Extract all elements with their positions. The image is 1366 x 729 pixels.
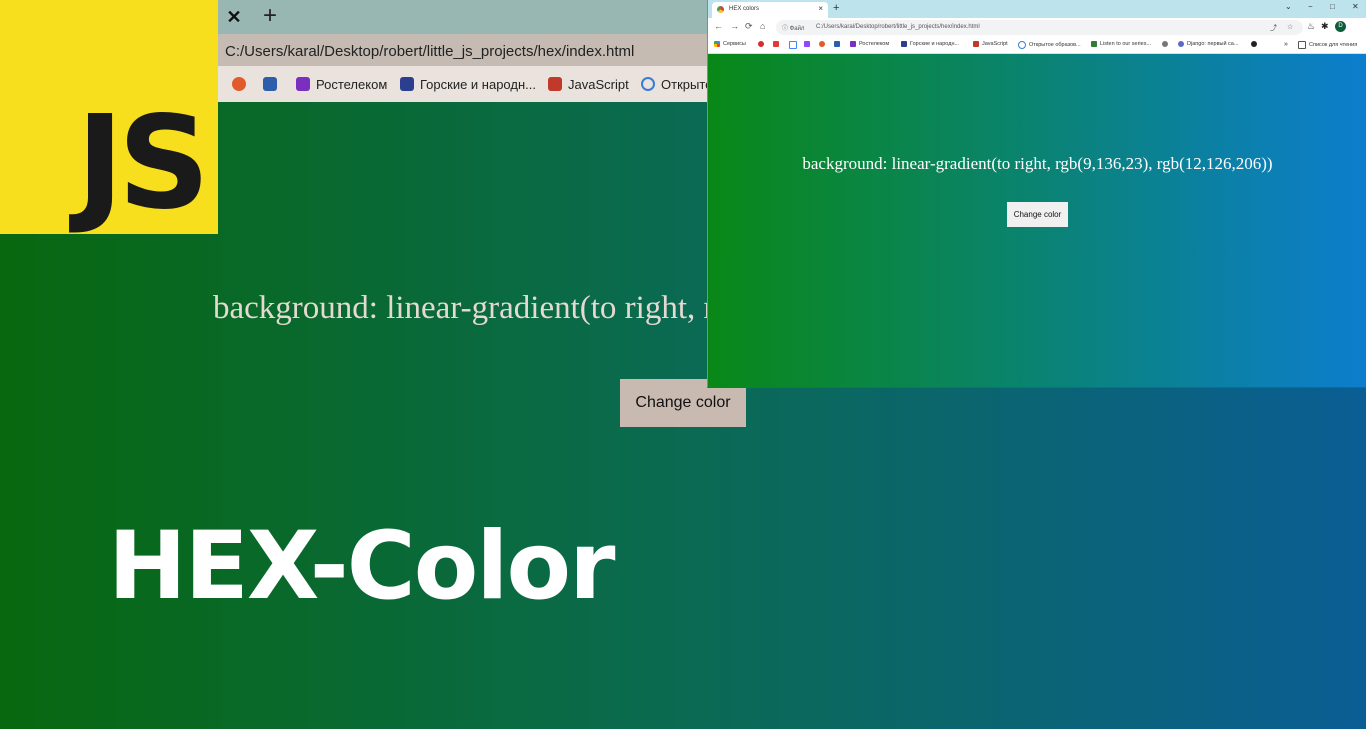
site-info-icon[interactable]: ⓘ Файл	[782, 23, 804, 32]
github-icon	[1251, 41, 1257, 47]
bg-bookmark-gorskie[interactable]: Горские и народн...	[400, 75, 536, 93]
gradient-formula-text: background: linear-gradient(to right, rg…	[802, 154, 1273, 173]
mail-icon	[263, 77, 277, 91]
close-window-button[interactable]: ✕	[1352, 2, 1359, 11]
change-color-button[interactable]: Change color	[1007, 202, 1068, 227]
bg-new-tab-button[interactable]: +	[259, 4, 281, 30]
bookmark-icon	[232, 77, 246, 91]
site-icon	[819, 41, 825, 47]
maximize-button[interactable]: □	[1330, 2, 1335, 11]
bookmark-google[interactable]	[789, 41, 800, 49]
hex-color-title: HEX-Color	[108, 512, 615, 621]
bg-url-text[interactable]: C:/Users/karal/Desktop/robert/little_js_…	[225, 43, 634, 60]
bookmark-github[interactable]	[1251, 41, 1260, 47]
minimize-button[interactable]: −	[1308, 2, 1313, 11]
bookmark-youtube[interactable]	[773, 41, 782, 47]
bg-bookmark-javascript[interactable]: JavaScript	[548, 75, 629, 93]
home-icon[interactable]: ⌂	[760, 21, 765, 31]
bg-tab-close-icon[interactable]: ✕	[224, 6, 244, 28]
bookmark-opera[interactable]	[758, 41, 767, 47]
gear-icon	[1162, 41, 1168, 47]
google-icon	[789, 41, 797, 49]
reading-list-button[interactable]: Список для чтения	[1298, 41, 1357, 49]
django-icon	[1178, 41, 1184, 47]
back-icon[interactable]: ←	[714, 21, 723, 31]
twitch-icon	[804, 41, 810, 47]
tab-hex-colors[interactable]: HEX colors ×	[712, 2, 828, 18]
bookmark-javascript[interactable]: JavaScript	[973, 41, 1008, 47]
bg-tab-strip	[218, 0, 707, 34]
bookmark-mail[interactable]	[834, 41, 843, 47]
library-icon	[901, 41, 907, 47]
bookmark-open-education[interactable]: Открытое образов...	[1018, 41, 1081, 49]
page-content: background: linear-gradient(to right, rg…	[708, 54, 1366, 387]
rostelecom-icon	[296, 77, 310, 91]
bookmark-rostelecom[interactable]: Ростелеком	[850, 41, 889, 47]
opera-icon	[758, 41, 764, 47]
grid-icon	[1091, 41, 1097, 47]
bg-bookmark-rostelecom[interactable]: Ростелеком	[296, 75, 387, 93]
bookmark-gorskie[interactable]: Горские и народн...	[901, 41, 959, 47]
bg-bookmark-1[interactable]	[232, 75, 252, 93]
mail-icon	[834, 41, 840, 47]
bookmark-settings[interactable]	[1162, 41, 1171, 47]
loading-icon	[1018, 41, 1026, 49]
library-icon	[400, 77, 414, 91]
bookmark-site[interactable]	[819, 41, 828, 47]
tab-search-icon[interactable]: ⌄	[1285, 2, 1292, 11]
tab-close-icon[interactable]: ×	[818, 4, 823, 13]
reload-icon[interactable]: ⟳	[745, 21, 753, 32]
bookmark-listen-series[interactable]: Listen to our series...	[1091, 41, 1151, 47]
share-icon[interactable]: ⤴	[1270, 23, 1277, 33]
bookmark-twitch[interactable]	[804, 41, 813, 47]
rostelecom-icon	[850, 41, 856, 47]
new-tab-button[interactable]: +	[833, 2, 839, 14]
loading-icon	[641, 77, 655, 91]
extension-icon[interactable]: ♨	[1307, 21, 1315, 32]
bg-bookmark-2[interactable]	[263, 75, 283, 93]
bookmark-star-icon[interactable]: ☆	[1287, 23, 1293, 31]
bg-gradient-formula-text: background: linear-gradient(to right, rg…	[213, 290, 707, 326]
more-bookmarks-button[interactable]: »	[1284, 41, 1288, 48]
forward-icon[interactable]: →	[730, 21, 739, 31]
javascript-icon	[973, 41, 979, 47]
extensions-puzzle-icon[interactable]: ✱	[1321, 21, 1329, 32]
youtube-icon	[773, 41, 779, 47]
favicon-icon	[717, 6, 724, 13]
omnibox-url[interactable]: C:/Users/karal/Desktop/robert/little_js_…	[816, 24, 980, 30]
apps-grid-icon	[714, 41, 720, 47]
bookmark-services[interactable]: Сервисы	[714, 41, 746, 47]
bookmark-django[interactable]: Django: первый са...	[1178, 41, 1238, 47]
browser-window: HEX colors × + ⌄ − □ ✕ ← → ⟳ ⌂ ⓘ Файл C:…	[707, 0, 1366, 388]
js-logo: JS	[0, 0, 218, 234]
javascript-icon	[548, 77, 562, 91]
omnibox[interactable]: ⓘ Файл C:/Users/karal/Desktop/robert/lit…	[776, 20, 1303, 35]
bg-bookmark-open[interactable]: Открыте	[641, 75, 712, 93]
profile-avatar[interactable]: D	[1335, 21, 1346, 32]
reading-list-icon	[1298, 41, 1306, 49]
